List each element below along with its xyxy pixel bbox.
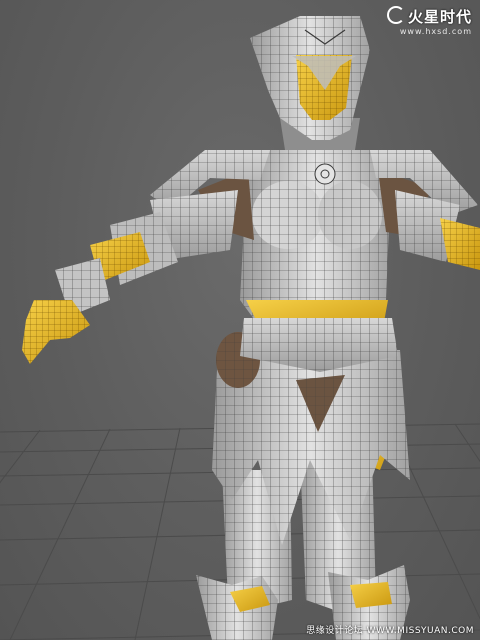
watermark-hxsd: 火星时代 www.hxsd.com bbox=[386, 6, 472, 36]
hxsd-logo-icon bbox=[386, 6, 405, 24]
watermark-missyuan: 思缘设计论坛 WWW.MISSYUAN.COM bbox=[306, 626, 474, 636]
helmet bbox=[250, 16, 370, 150]
viewport-scene bbox=[0, 16, 480, 640]
3d-viewport[interactable]: 火星时代 www.hxsd.com 思缘设计论坛 WWW.MISSYUAN.CO… bbox=[0, 0, 480, 640]
watermark-url: www.hxsd.com bbox=[399, 27, 472, 36]
watermark-logo-text: 火星时代 bbox=[407, 8, 472, 26]
left-arm bbox=[22, 190, 238, 364]
